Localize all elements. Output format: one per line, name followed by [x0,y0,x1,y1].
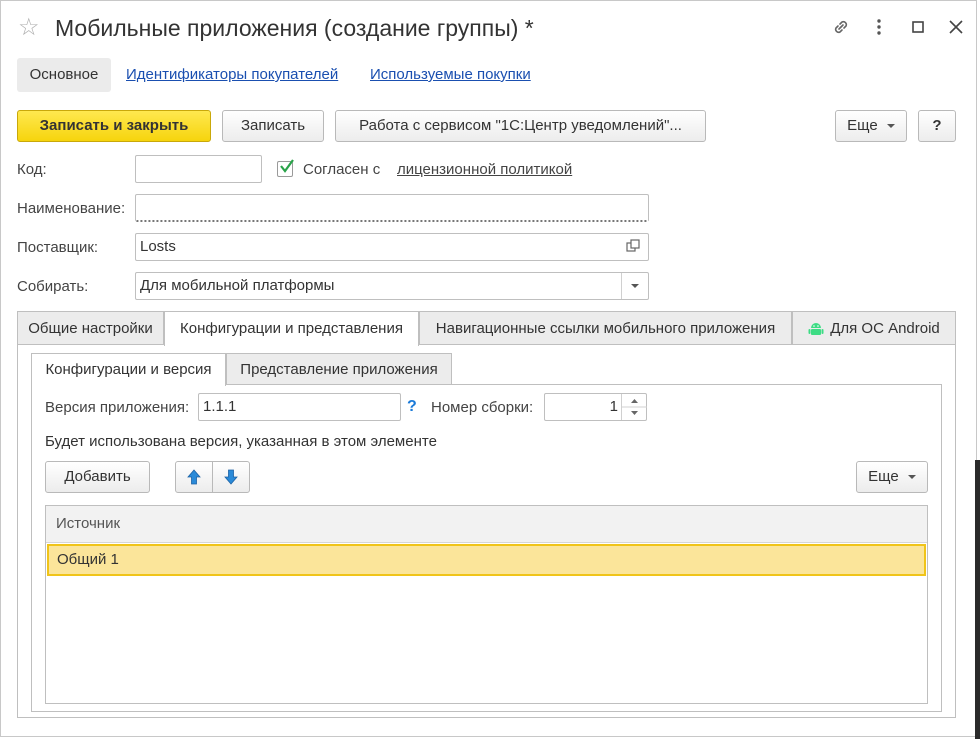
agree-checkbox[interactable] [277,159,294,177]
nav-tab-main[interactable]: Основное [17,58,111,92]
sources-table: Источник Общий 1 [45,505,928,704]
more-actions-icon[interactable] [867,17,891,42]
help-button[interactable]: ? [918,110,956,142]
nav-tab-customer-ids[interactable]: Идентификаторы покупателей [126,58,338,92]
build-select[interactable]: Для мобильной платформы [135,272,649,300]
more-button[interactable]: Еще [835,110,907,142]
supplier-label: Поставщик: [17,239,99,256]
table-row[interactable]: Общий 1 [47,544,926,576]
chevron-down-icon [907,475,916,480]
page-title: Мобильные приложения (создание группы) * [55,15,534,41]
supplier-value: Losts [140,238,176,255]
name-input[interactable] [135,194,649,222]
move-down-button[interactable] [212,461,250,493]
tab-general-settings[interactable]: Общие настройки [17,311,164,344]
arrow-down-icon [224,469,238,485]
table-more-label: Еще [868,468,899,485]
help-icon[interactable]: ? [407,398,417,416]
version-label: Версия приложения: [45,399,190,416]
chevron-down-icon [631,284,639,288]
agree-label: Согласен с [303,161,381,178]
name-label: Наименование: [17,200,126,217]
code-label: Код: [17,161,47,178]
move-up-button[interactable] [175,461,213,493]
nav-tab-used-purchases[interactable]: Используемые покупки [370,58,531,92]
maximize-icon[interactable] [906,17,930,42]
build-label: Собирать: [17,278,89,295]
close-icon[interactable] [944,17,968,42]
form-window: ☆ Мобильные приложения (создание группы)… [0,0,977,737]
scrollbar[interactable] [975,460,980,739]
more-button-label: Еще [847,117,878,134]
supplier-input[interactable]: Losts [135,233,649,261]
save-button[interactable]: Записать [222,110,324,142]
chevron-down-icon [886,124,895,129]
license-policy-link[interactable]: лицензионной политикой [397,161,572,178]
favorite-star-icon[interactable]: ☆ [18,13,40,42]
build-select-value: Для мобильной платформы [140,277,335,294]
add-button[interactable]: Добавить [45,461,150,493]
subtab-configurations-version[interactable]: Конфигурации и версия [31,353,226,386]
build-number-stepper[interactable] [621,394,647,420]
tab-configurations[interactable]: Конфигурации и представления [164,311,419,346]
android-icon [808,323,824,336]
open-reference-icon[interactable] [626,239,640,253]
version-input[interactable]: 1.1.1 [198,393,401,421]
link-icon[interactable] [829,17,853,42]
notification-service-button[interactable]: Работа с сервисом "1С:Центр уведомлений"… [335,110,706,142]
subtab-app-presentation[interactable]: Представление приложения [226,353,452,384]
build-dropdown-button[interactable] [621,273,648,299]
build-number-label: Номер сборки: [431,399,534,416]
table-header-source[interactable]: Источник [46,506,927,543]
tab-android-label: Для ОС Android [830,320,940,337]
tab-android[interactable]: Для ОС Android [792,311,956,344]
table-more-button[interactable]: Еще [856,461,928,493]
arrow-up-icon [187,469,201,485]
save-and-close-button[interactable]: Записать и закрыть [17,110,211,142]
code-input[interactable] [135,155,262,183]
tab-navigation-links[interactable]: Навигационные ссылки мобильного приложен… [419,311,792,344]
version-note: Будет использована версия, указанная в э… [45,433,437,450]
